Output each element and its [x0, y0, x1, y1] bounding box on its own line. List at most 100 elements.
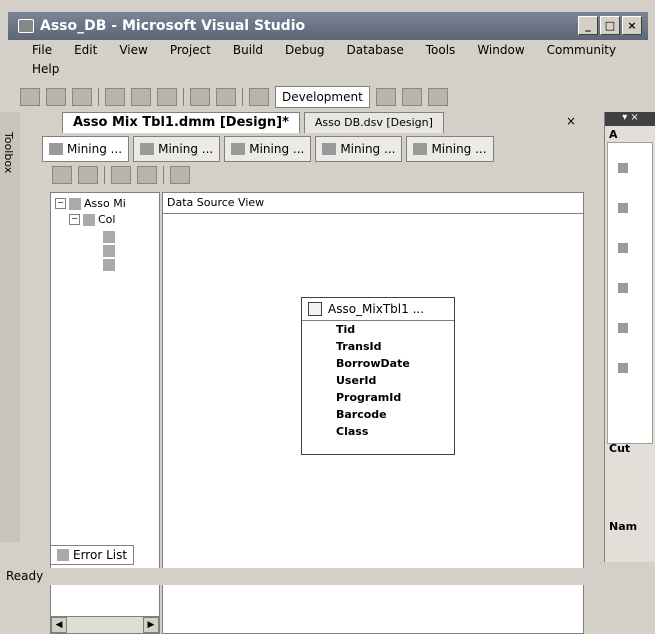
tree-root[interactable]: − Asso Mi — [55, 197, 126, 210]
close-document-icon[interactable]: × — [566, 114, 576, 128]
close-button[interactable]: × — [622, 16, 642, 35]
properties-icon[interactable] — [427, 88, 448, 106]
menu-file[interactable]: File — [32, 43, 52, 57]
menu-bar: File Edit View Project Build Debug Datab… — [28, 40, 653, 82]
document-tabs: Asso Mix Tbl1.dmm [Design]* Asso DB.dsv … — [62, 112, 448, 133]
collapse-icon[interactable]: − — [69, 214, 80, 225]
tab-mining-model-viewer[interactable]: Mining ... — [224, 136, 312, 162]
mining-designer-tabs: Mining ... Mining ... Mining ... Mining … — [42, 136, 602, 162]
menu-view[interactable]: View — [119, 43, 147, 57]
table-name: Asso_MixTbl1 ... — [328, 302, 425, 316]
add-column-icon[interactable] — [52, 166, 72, 184]
dsv-header: Data Source View — [163, 193, 583, 214]
column-icon[interactable] — [103, 245, 115, 257]
error-list-icon — [57, 549, 69, 561]
tab-mining-accuracy-chart[interactable]: Mining ... — [315, 136, 403, 162]
menu-project[interactable]: Project — [170, 43, 211, 57]
solution-explorer-pane: ▾ × A Cut Nam — [604, 112, 655, 562]
columns-folder-icon — [83, 213, 95, 226]
find-icon[interactable] — [375, 88, 396, 106]
save-all-icon[interactable] — [72, 88, 92, 106]
menu-debug[interactable]: Debug — [285, 43, 324, 57]
copy-icon[interactable] — [131, 88, 151, 106]
column-transid[interactable]: TransId — [302, 338, 454, 355]
tree-node-icon[interactable] — [618, 363, 628, 373]
tree-node-icon[interactable] — [618, 203, 628, 213]
title-bar: Asso_DB - Microsoft Visual Studio _ □ × — [8, 12, 648, 40]
show-table-icon[interactable] — [111, 166, 131, 184]
tree-node-icon[interactable] — [618, 243, 628, 253]
toolbar-separator — [104, 166, 105, 184]
toolbar-separator — [163, 166, 164, 184]
solution-root-label[interactable]: A — [609, 128, 618, 141]
column-borrowdate[interactable]: BorrowDate — [302, 355, 454, 372]
menu-edit[interactable]: Edit — [74, 43, 97, 57]
status-bar: Ready — [0, 568, 655, 585]
tab-mining-structure[interactable]: Mining ... — [42, 136, 130, 162]
mining-prediction-icon — [413, 143, 428, 155]
column-userid[interactable]: UserId — [302, 372, 454, 389]
scroll-left-icon[interactable]: ◀ — [51, 617, 67, 633]
mining-model-viewer-icon — [231, 143, 246, 155]
document-area: Asso Mix Tbl1.dmm [Design]* Asso DB.dsv … — [22, 112, 602, 634]
tree-columns[interactable]: − Col — [69, 213, 115, 226]
window-controls: _ □ × — [578, 16, 642, 35]
menu-database[interactable]: Database — [346, 43, 403, 57]
window-title: Asso_DB - Microsoft Visual Studio — [40, 18, 306, 34]
menu-build[interactable]: Build — [233, 43, 263, 57]
toolbar-separator — [242, 88, 243, 106]
cut-icon[interactable] — [105, 88, 125, 106]
delete-icon[interactable] — [170, 166, 190, 184]
scroll-right-icon[interactable]: ▶ — [143, 617, 159, 633]
tree-node-icon[interactable] — [618, 323, 628, 333]
menu-community[interactable]: Community — [547, 43, 616, 57]
key-column-icon[interactable] — [103, 231, 115, 243]
column-class[interactable]: Class — [302, 423, 454, 440]
tab-asso-mix-tbl1-dmm[interactable]: Asso Mix Tbl1.dmm [Design]* — [62, 112, 300, 133]
minimize-button[interactable]: _ — [578, 16, 598, 35]
pane-header: ▾ × — [605, 112, 655, 126]
undo-icon[interactable] — [190, 88, 210, 106]
tab-mining-models[interactable]: Mining ... — [133, 136, 221, 162]
visual-studio-icon — [18, 19, 34, 33]
collapse-icon[interactable]: − — [55, 198, 66, 209]
toolbox-label[interactable]: Toolbox — [2, 132, 15, 173]
mining-structure-icon — [49, 143, 63, 155]
maximize-button[interactable]: □ — [600, 16, 620, 35]
column-tid[interactable]: Tid — [302, 321, 454, 338]
designer-toolbar — [52, 166, 190, 184]
save-icon[interactable] — [46, 88, 66, 106]
menu-help[interactable]: Help — [32, 62, 59, 76]
new-project-icon[interactable] — [20, 88, 40, 106]
column-barcode[interactable]: Barcode — [302, 406, 454, 423]
mining-accuracy-chart-icon — [322, 143, 337, 155]
tab-mining-prediction[interactable]: Mining ... — [406, 136, 494, 162]
toolbar-separator — [183, 88, 184, 106]
column-programid[interactable]: ProgramId — [302, 389, 454, 406]
table-icon — [308, 302, 322, 316]
solution-explorer-icon[interactable] — [401, 88, 422, 106]
toolbox-strip[interactable]: Toolbox — [0, 112, 20, 542]
nested-table-icon[interactable] — [103, 259, 115, 271]
horizontal-scrollbar[interactable]: ◀ ▶ — [51, 616, 159, 633]
error-list-tab[interactable]: Error List — [50, 545, 135, 565]
properties-panel: Cut Nam — [605, 412, 655, 562]
start-debugging-icon[interactable] — [249, 88, 269, 106]
menu-tools[interactable]: Tools — [426, 43, 456, 57]
solution-configuration-dropdown[interactable]: Development — [275, 86, 370, 108]
hide-table-icon[interactable] — [137, 166, 157, 184]
table-header[interactable]: Asso_MixTbl1 ... — [302, 298, 454, 321]
paste-icon[interactable] — [157, 88, 177, 106]
solution-tree — [607, 142, 653, 444]
tree-node-icon[interactable] — [618, 283, 628, 293]
mining-structure-icon — [69, 197, 81, 210]
properties-object-dropdown[interactable]: Cut — [609, 442, 630, 455]
menu-window[interactable]: Window — [477, 43, 524, 57]
redo-icon[interactable] — [216, 88, 236, 106]
table-diagram[interactable]: Asso_MixTbl1 ... Tid TransId BorrowDate … — [301, 297, 455, 455]
tab-asso-db-dsv[interactable]: Asso DB.dsv [Design] — [303, 112, 444, 133]
add-nested-table-icon[interactable] — [78, 166, 98, 184]
standard-toolbar: Development — [20, 84, 650, 110]
tree-node-icon[interactable] — [618, 163, 628, 173]
toolbar-separator — [98, 88, 99, 106]
